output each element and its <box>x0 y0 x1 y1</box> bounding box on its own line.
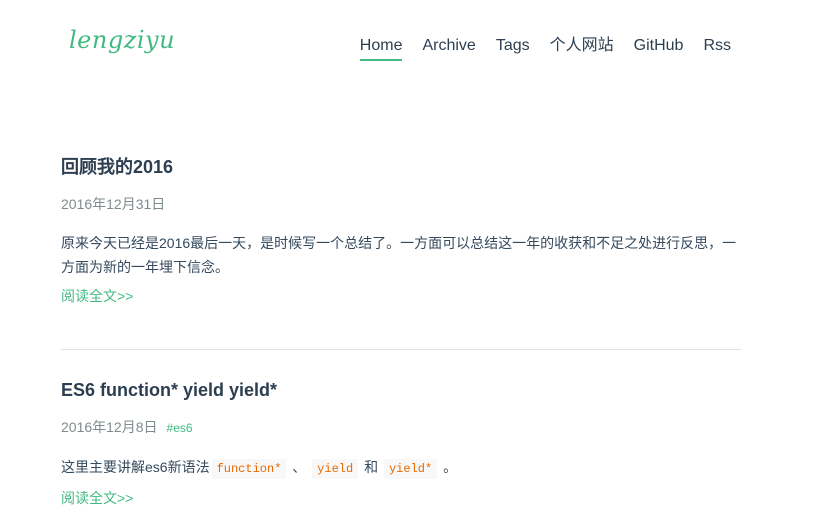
post-title[interactable]: 回顾我的2016 <box>61 155 741 179</box>
nav-rss[interactable]: Rss <box>703 36 731 61</box>
post-summary: 这里主要讲解es6新语法 function* 、 yield 和 yield* 。 <box>61 455 746 481</box>
summary-text: 这里主要讲解es6新语法 <box>61 459 210 475</box>
nav-personal-site[interactable]: 个人网站 <box>550 36 614 61</box>
site-header: lengziyu Home Archive Tags 个人网站 GitHub R… <box>0 0 820 80</box>
post-meta: 2016年12月31日 <box>61 195 741 213</box>
site-logo[interactable]: lengziyu <box>69 26 175 54</box>
post-divider <box>61 349 741 350</box>
post-meta: 2016年12月8日 #es6 <box>61 418 741 437</box>
inline-code: yield* <box>383 459 438 479</box>
nav-tags[interactable]: Tags <box>496 36 530 61</box>
nav-archive[interactable]: Archive <box>422 36 475 61</box>
inline-code: yield <box>312 459 359 479</box>
post-item: ES6 function* yield yield* 2016年12月8日 #e… <box>61 378 741 508</box>
post-title[interactable]: ES6 function* yield yield* <box>61 378 741 402</box>
post-summary: 原来今天已经是2016最后一天，是时候写一个总结了。一方面可以总结这一年的收获和… <box>61 235 737 275</box>
summary-separator: 和 <box>364 459 379 475</box>
read-more-link[interactable]: 阅读全文>> <box>61 287 133 305</box>
summary-separator: 、 <box>292 459 307 475</box>
post-date: 2016年12月31日 <box>61 196 166 212</box>
post-item: 回顾我的2016 2016年12月31日 原来今天已经是2016最后一天，是时候… <box>61 155 741 306</box>
summary-text: 。 <box>443 459 458 475</box>
main-nav: Home Archive Tags 个人网站 GitHub Rss <box>340 36 731 61</box>
inline-code: function* <box>211 459 287 479</box>
blog-page: lengziyu Home Archive Tags 个人网站 GitHub R… <box>0 0 820 528</box>
nav-github[interactable]: GitHub <box>634 36 684 61</box>
read-more-link[interactable]: 阅读全文>> <box>61 489 133 507</box>
nav-home[interactable]: Home <box>359 36 403 61</box>
post-tag[interactable]: #es6 <box>167 419 193 437</box>
post-date: 2016年12月8日 <box>61 419 158 435</box>
